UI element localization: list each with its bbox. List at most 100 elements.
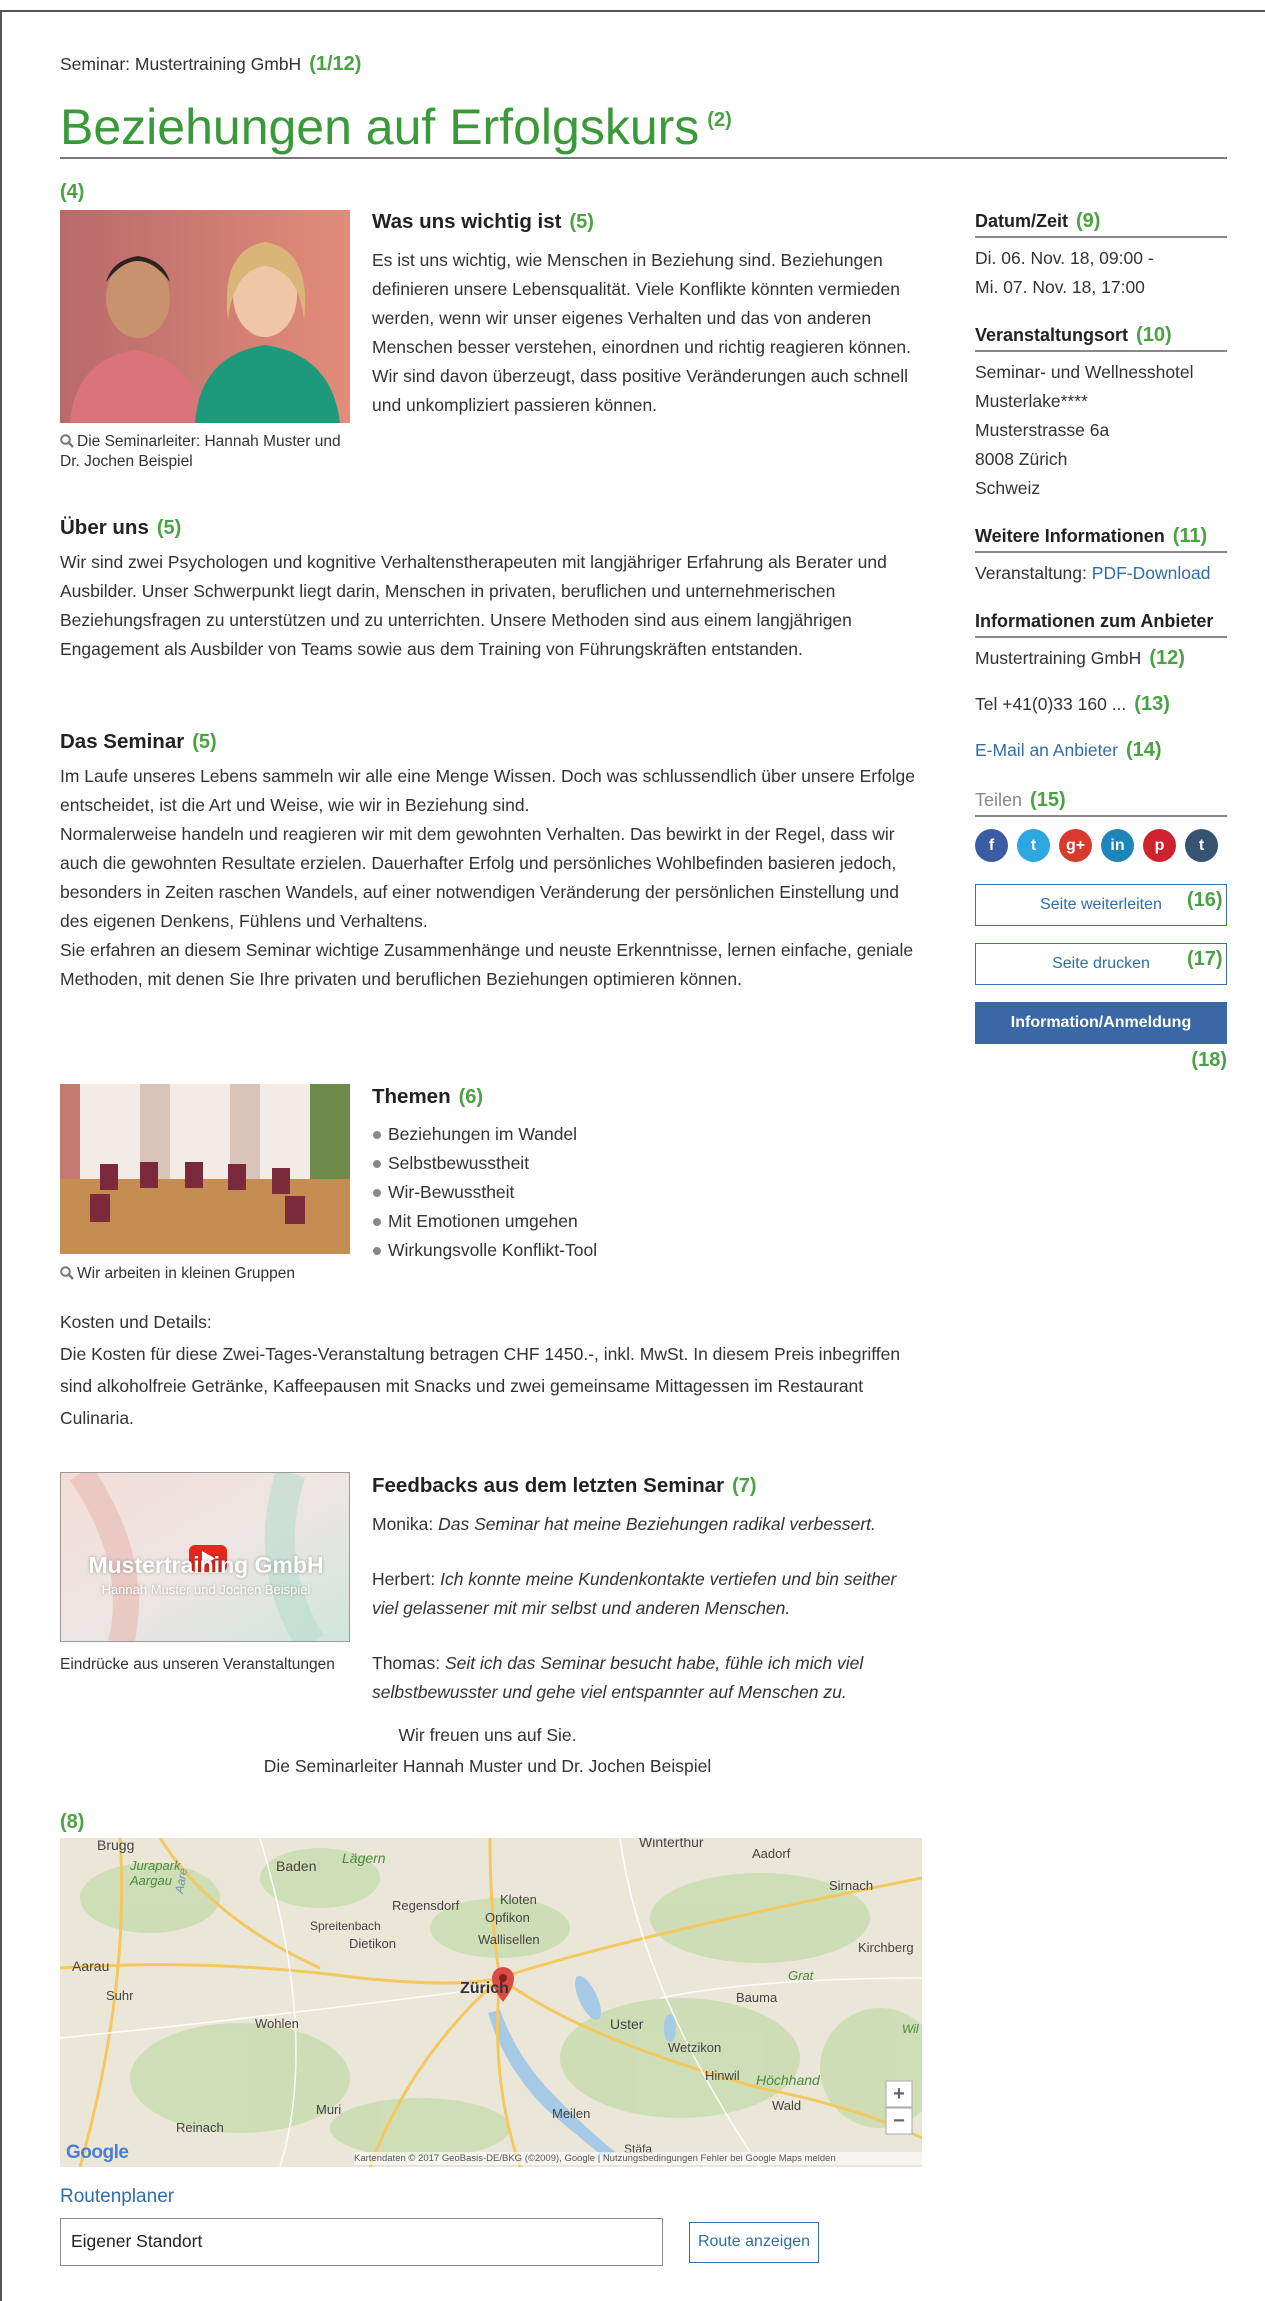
linkedin-icon[interactable]: in	[1101, 829, 1134, 862]
provider-heading: Informationen zum Anbieter	[975, 608, 1227, 638]
map-zoom-in-button[interactable]: +	[889, 2081, 909, 2107]
pinterest-icon[interactable]: p	[1143, 829, 1176, 862]
feedback-author: Herbert:	[372, 1569, 436, 1589]
list-item: Mit Emotionen umgehen	[372, 1207, 917, 1236]
sidebar: Datum/Zeit (9) Di. 06. Nov. 18, 09:00 - M…	[975, 208, 1227, 1075]
topics-caption: Wir arbeiten in kleinen Gruppen	[60, 1264, 360, 1284]
route-start-input[interactable]: Eigener Standort	[60, 2218, 663, 2266]
phone-number[interactable]: Tel +41(0)33 160 ...	[975, 694, 1126, 714]
heading-text: Weitere Informationen	[975, 526, 1165, 546]
page-title: Beziehungen auf Erfolgskurs (2)	[60, 92, 732, 155]
twitter-icon[interactable]: t	[1017, 829, 1050, 862]
map-label-grat: Grat	[788, 1968, 814, 1983]
topics-section: Themen (6) Beziehungen im Wandel Selbstbe…	[372, 1083, 917, 1265]
map-attribution[interactable]: Kartendaten © 2017 GeoBasis-DE/BKG (©200…	[354, 2152, 922, 2165]
info-heading: Weitere Informationen (11)	[975, 523, 1227, 553]
annotation-marker: (5)	[569, 211, 594, 233]
magnifier-icon	[60, 1266, 74, 1280]
leaders-caption: Die Seminarleiter: Hannah Muster und Dr.…	[60, 432, 360, 472]
seminar-paragraph: Normalerweise handeln und reagieren wir …	[60, 824, 899, 931]
map-label-kirchberg: Kirchberg	[858, 1940, 914, 1955]
feedback-item: Herbert: Ich konnte meine Kundenkontakte…	[372, 1565, 917, 1623]
heading-text: Teilen	[975, 790, 1023, 810]
heading-text: Informationen zum Anbieter	[975, 611, 1214, 631]
map-label-suhr: Suhr	[106, 1988, 134, 2003]
tumblr-icon[interactable]: t	[1185, 829, 1218, 862]
intro-section: Was uns wichtig ist (5) Es ist uns wichti…	[372, 208, 917, 420]
costs-text: Die Kosten für diese Zwei-Tages-Veransta…	[60, 1344, 901, 1428]
feedback-quote: Seit ich das Seminar besucht habe, fühle…	[372, 1653, 864, 1702]
map-zoom-out-button[interactable]: −	[889, 2108, 909, 2134]
closing-line: Wir freuen uns auf Sie.	[398, 1725, 577, 1745]
register-row: Information/Anmeldung (18)	[975, 1002, 1227, 1075]
annotation-marker: (8)	[60, 1811, 85, 1833]
page-title-text: Beziehungen auf Erfolgskurs	[60, 99, 700, 155]
show-route-button[interactable]: Route anzeigen	[689, 2222, 819, 2263]
annotation-marker: (5)	[156, 517, 182, 539]
map-label-uster: Uster	[610, 2016, 644, 2032]
annotation-marker: (5)	[192, 731, 217, 753]
heading-text: Feedbacks aus dem letzten Seminar	[372, 1474, 725, 1497]
map-label-zurich: Zürich	[460, 1980, 509, 1997]
map-label-meilen: Meilen	[552, 2106, 591, 2121]
annotation-marker: (18)	[1191, 1049, 1227, 1071]
address-line: 8008 Zürich	[975, 449, 1068, 469]
video-player[interactable]: Mustertraining GmbH Hannah Muster und Jo…	[60, 1472, 350, 1642]
list-item: Wirkungsvolle Konflikt-Tool	[372, 1236, 917, 1265]
email-provider-link[interactable]: E-Mail an Anbieter	[975, 740, 1118, 760]
facebook-icon[interactable]: f	[975, 829, 1008, 862]
topics-list: Beziehungen im Wandel Selbstbewusstheit …	[372, 1120, 917, 1265]
annotation-marker: (10)	[1136, 324, 1172, 346]
title-divider	[60, 157, 1227, 159]
email-line: E-Mail an Anbieter (14)	[975, 736, 1227, 765]
address-line: Musterstrasse 6a	[975, 420, 1110, 440]
seminar-section: Das Seminar (5) Im Laufe unseres Lebens s…	[60, 728, 915, 994]
map-label-kloten: Kloten	[500, 1892, 537, 1907]
list-item: Wir-Bewusstheit	[372, 1178, 917, 1207]
page-kicker: Seminar: Mustertraining GmbH (1/12)	[60, 50, 361, 79]
annotation-marker: (4)	[60, 181, 85, 203]
annotation-marker: (7)	[732, 1475, 757, 1497]
register-button[interactable]: Information/Anmeldung	[975, 1002, 1227, 1044]
map-label-brugg: Brugg	[97, 1838, 135, 1853]
social-share-icons: f t g+ in p t	[975, 829, 1227, 862]
google-map[interactable]: Brugg Winterthur Baden Lägern Aadorf Jur…	[60, 1838, 922, 2167]
leaders-photo[interactable]	[60, 210, 350, 423]
video-caption: Eindrücke aus unseren Veranstaltungen	[60, 1656, 335, 1673]
video-subtitle: Hannah Muster und Jochen Beispiel	[101, 1582, 311, 1597]
feedback-author: Thomas:	[372, 1653, 441, 1673]
address-line: Schweiz	[975, 478, 1041, 498]
list-item: Beziehungen im Wandel	[372, 1120, 917, 1149]
feedback-item: Monika: Das Seminar hat meine Beziehunge…	[372, 1510, 917, 1539]
annotation-marker: (16)	[1187, 889, 1223, 911]
provider-name: Mustertraining GmbH	[975, 648, 1142, 668]
about-text: Wir sind zwei Psychologen und kognitive …	[60, 552, 887, 659]
address-line: Seminar- und Wellnesshotel	[975, 362, 1194, 382]
venue-address: Seminar- und Wellnesshotel Musterlake***…	[975, 358, 1227, 503]
magnifier-icon	[60, 434, 74, 448]
caption-text: Die Seminarleiter: Hannah Muster und Dr.…	[60, 433, 341, 470]
seminar-room-photo[interactable]	[60, 1084, 350, 1254]
section-heading: Was uns wichtig ist (5)	[372, 208, 917, 236]
map-label-aadorf: Aadorf	[752, 1846, 791, 1861]
google-logo[interactable]: Google	[66, 2142, 129, 2164]
annotation-marker: (2)	[707, 109, 732, 131]
section-heading: Das Seminar (5)	[60, 728, 915, 756]
annotation-marker: (9)	[1076, 210, 1101, 232]
closing-line: Die Seminarleiter Hannah Muster und Dr. …	[263, 1756, 712, 1776]
map-label-wald: Wald	[772, 2098, 802, 2113]
map-label-hinwil: Hinwil	[705, 2068, 740, 2083]
annotation-marker: (6)	[458, 1086, 484, 1108]
annotation-marker: (13)	[1134, 693, 1170, 715]
googleplus-icon[interactable]: g+	[1059, 829, 1092, 862]
heading-text: Datum/Zeit	[975, 211, 1069, 231]
list-item: Selbstbewusstheit	[372, 1149, 917, 1178]
video-title: Mustertraining GmbH	[88, 1552, 324, 1578]
map-label-wallisellen: Wallisellen	[478, 1932, 540, 1947]
map-label-opfikon: Opfikon	[485, 1910, 530, 1925]
info-label: Veranstaltung:	[975, 563, 1087, 583]
pdf-download-link[interactable]: PDF-Download	[1092, 563, 1211, 583]
annotation-marker: (11)	[1172, 525, 1208, 547]
intro-text: Es ist uns wichtig, wie Menschen in Bezi…	[372, 250, 911, 415]
date-heading: Datum/Zeit (9)	[975, 208, 1227, 238]
